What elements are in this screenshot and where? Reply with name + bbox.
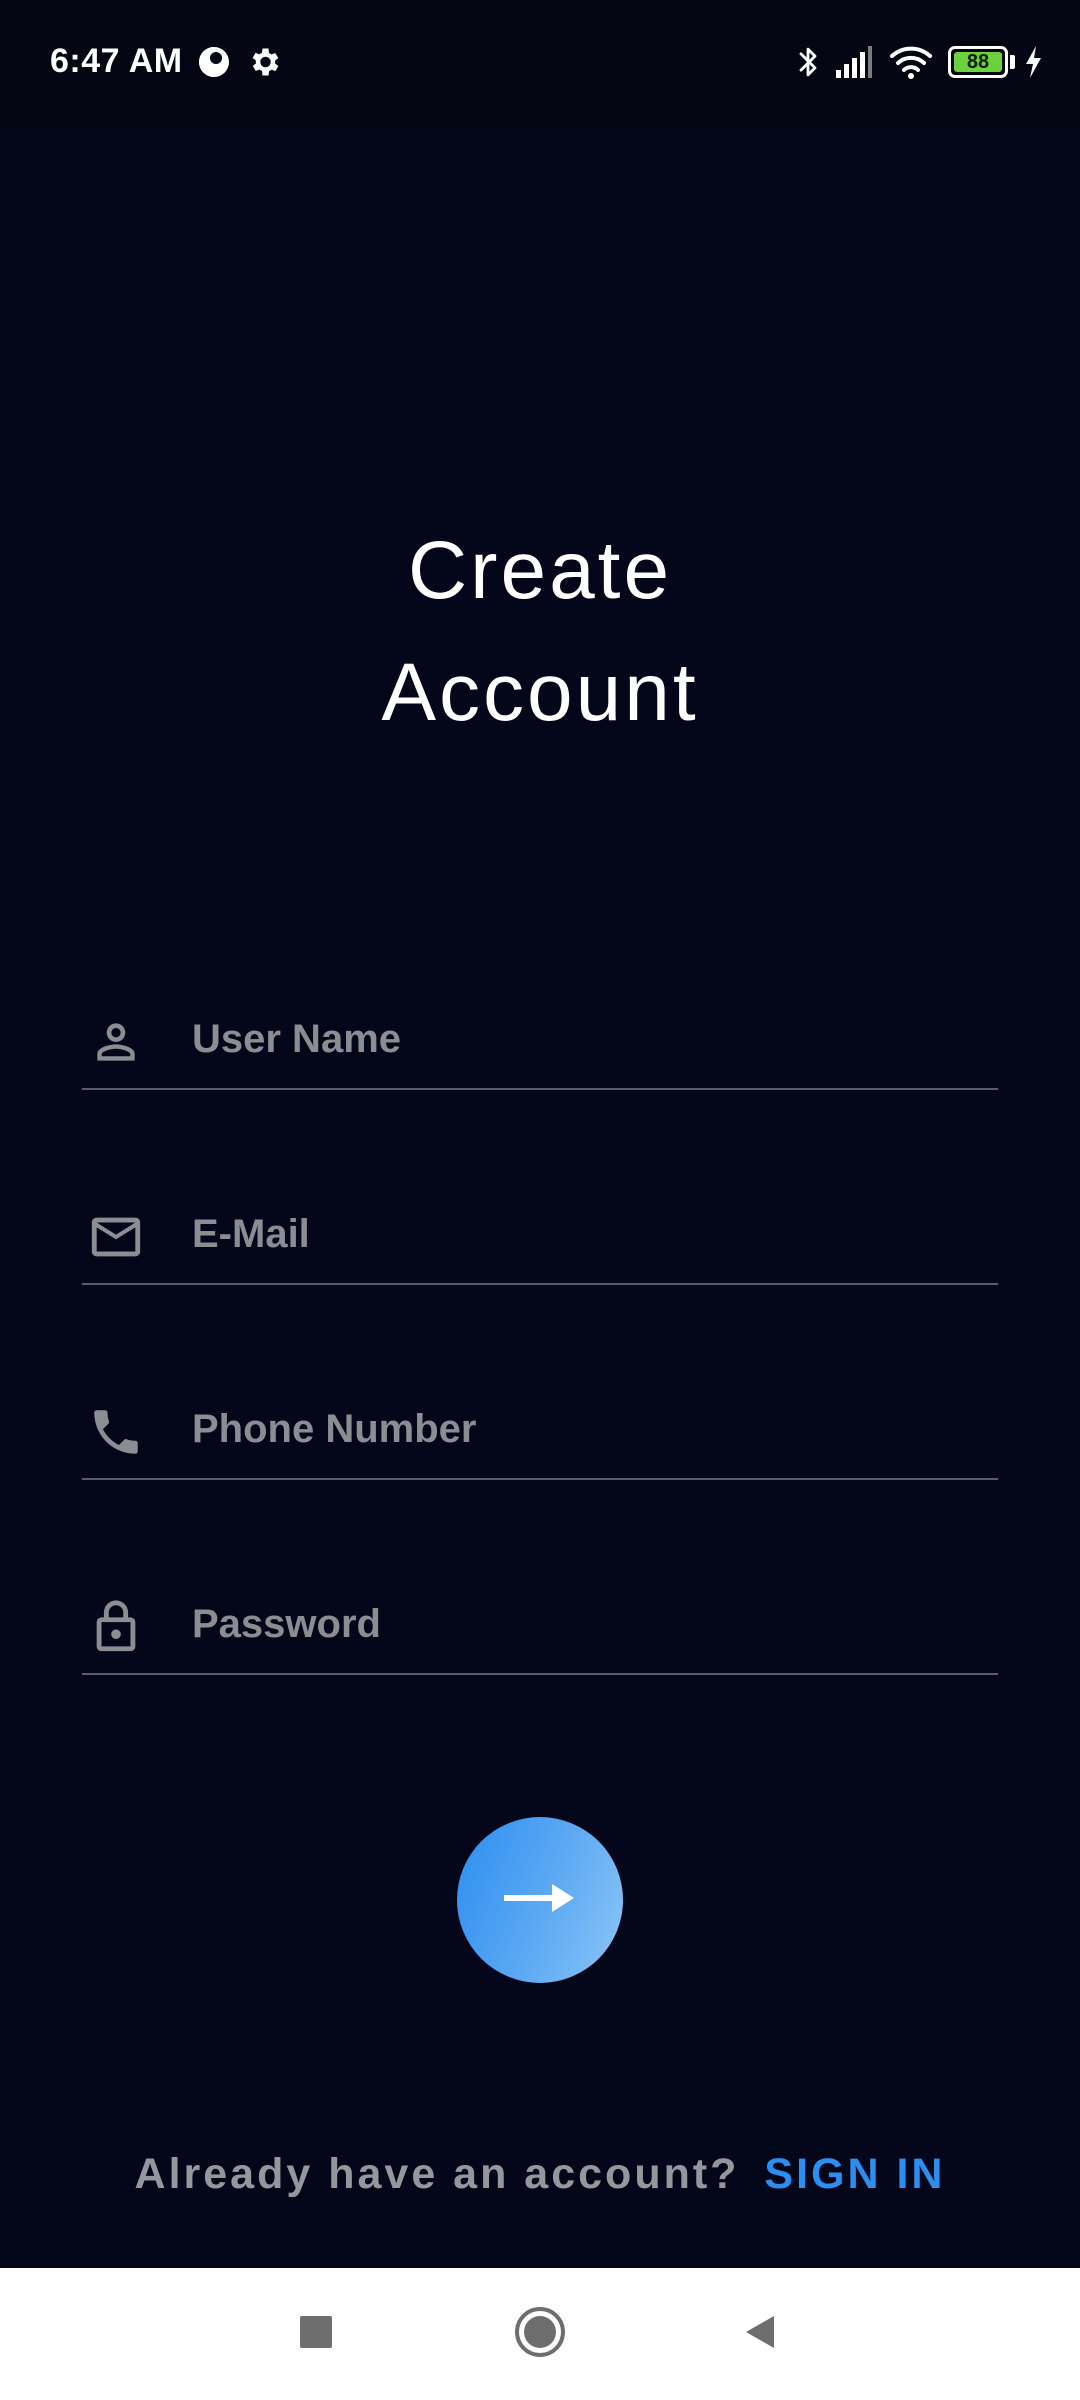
create-account-screen: 6:47 AM 88 Create Account User Name E-Ma…	[0, 0, 1080, 2400]
page-title: Create Account	[0, 510, 1080, 754]
submit-button[interactable]	[457, 1817, 623, 1983]
arrow-right-icon	[500, 1878, 580, 1923]
back-triangle-icon	[740, 2312, 780, 2357]
settings-gear-icon	[246, 44, 282, 80]
home-button[interactable]	[504, 2298, 576, 2370]
phone-icon	[82, 1398, 150, 1466]
wifi-icon	[888, 44, 934, 80]
status-bar: 6:47 AM 88	[0, 0, 1080, 128]
page-title-line2: Account	[381, 647, 699, 738]
signin-question: Already have an account?	[134, 2150, 740, 2198]
home-circle-icon	[513, 2305, 567, 2364]
lock-icon	[82, 1593, 150, 1661]
bluetooth-icon	[794, 44, 822, 80]
password-field	[82, 1555, 998, 1675]
username-field	[82, 970, 998, 1090]
sign-in-link[interactable]: SIGN IN	[764, 2150, 945, 2198]
mail-icon	[82, 1203, 150, 1271]
username-input[interactable]	[192, 1004, 982, 1074]
battery-cap	[1010, 55, 1015, 69]
back-button[interactable]	[724, 2298, 796, 2370]
battery-icon: 88	[948, 46, 1008, 78]
person-icon	[82, 1008, 150, 1076]
navigation-bar	[0, 2268, 1080, 2400]
email-input[interactable]	[192, 1199, 982, 1269]
password-input[interactable]	[192, 1589, 982, 1659]
data-saver-icon	[196, 44, 232, 80]
signal-icon	[834, 44, 874, 80]
recents-square-icon	[298, 2314, 334, 2355]
status-time: 6:47 AM	[50, 42, 183, 80]
charging-bolt-icon	[1022, 44, 1044, 80]
page-title-line1: Create	[407, 525, 673, 616]
battery-level-text: 88	[966, 51, 990, 73]
signin-row: Already have an account? SIGN IN	[0, 2150, 1080, 2199]
recents-button[interactable]	[280, 2298, 352, 2370]
email-field	[82, 1165, 998, 1285]
phone-field	[82, 1360, 998, 1480]
phone-input[interactable]	[192, 1394, 982, 1464]
